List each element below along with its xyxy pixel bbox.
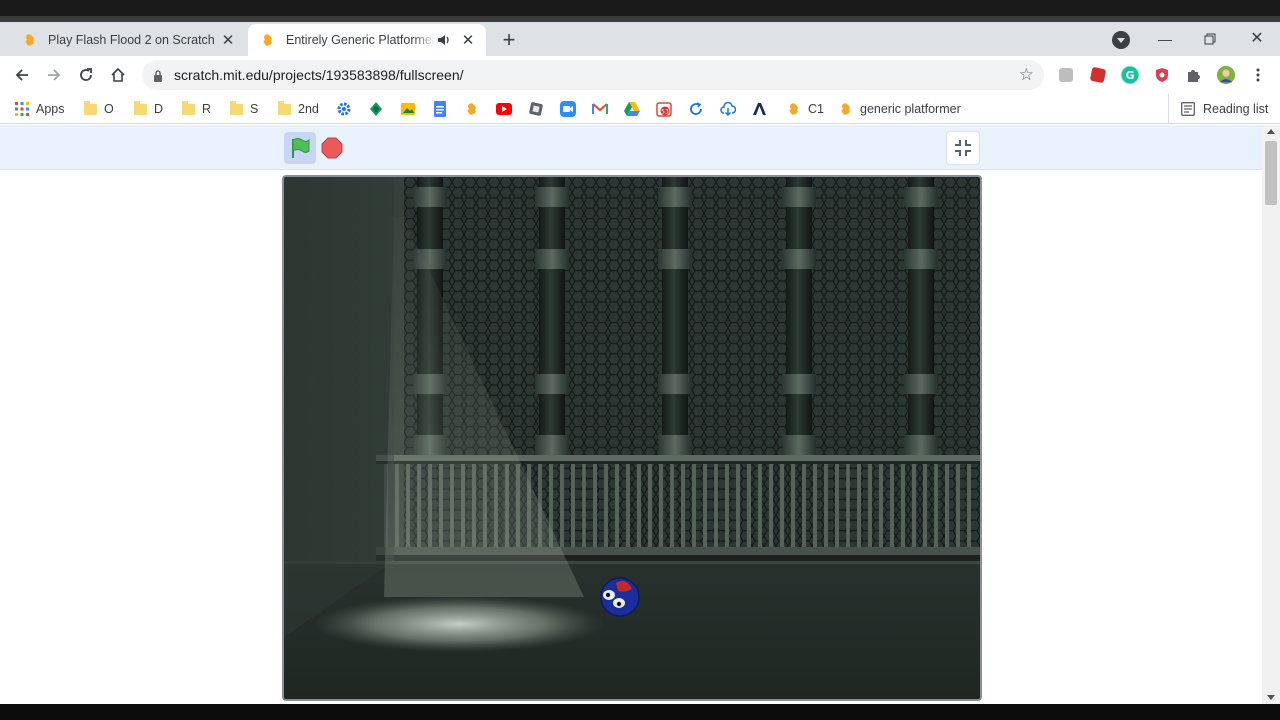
lock-icon[interactable]: [153, 69, 163, 87]
svg-text:G: G: [1125, 69, 1134, 82]
bookmarks-bar: Apps O D R S 2nd 53 C1 generic platforme…: [0, 94, 1280, 124]
new-tab-button[interactable]: +: [498, 29, 520, 52]
bookmark-docs[interactable]: [432, 98, 454, 120]
scratch-favicon-icon: [260, 32, 276, 48]
cloud-download-icon: [720, 101, 736, 117]
scratch-favicon-icon: [786, 101, 802, 117]
youtube-icon: [496, 101, 512, 117]
player-character: [600, 577, 640, 617]
svg-text:53: 53: [661, 109, 669, 116]
exit-fullscreen-icon: [955, 140, 971, 156]
close-window-icon[interactable]: ✕: [1245, 28, 1269, 50]
bookmark-dark-app[interactable]: [528, 98, 550, 120]
exit-fullscreen-button[interactable]: [946, 131, 980, 165]
sync-icon: [688, 101, 704, 117]
bookmark-generic-platformer[interactable]: generic platformer: [838, 98, 961, 120]
bookmark-zoom[interactable]: [560, 98, 582, 120]
docs-icon: [432, 101, 448, 117]
bookmark-green-diamond[interactable]: [368, 98, 390, 120]
extension-red-icon[interactable]: [1088, 65, 1108, 85]
folder-icon: [82, 100, 98, 117]
url-text: scratch.mit.edu/projects/193583898/fulls…: [174, 67, 464, 83]
minimize-icon[interactable]: —: [1153, 28, 1177, 50]
restore-icon[interactable]: [1198, 28, 1222, 50]
speaker-icon[interactable]: [436, 32, 452, 48]
video-camera-icon: [560, 101, 576, 117]
stop-button[interactable]: [320, 132, 344, 164]
bookmark-folder-r[interactable]: R: [180, 98, 211, 120]
bookmark-adobe[interactable]: [752, 98, 774, 120]
drive-icon: [624, 101, 640, 117]
reading-list-button[interactable]: Reading list: [1168, 94, 1268, 124]
browser-toolbar: scratch.mit.edu/projects/193583898/fulls…: [0, 56, 1280, 94]
tab-search-icon[interactable]: [1112, 31, 1130, 49]
green-diamond-icon: [368, 101, 384, 117]
scroll-up-icon[interactable]: [1267, 129, 1275, 134]
dark-app-icon: [528, 101, 544, 117]
gmail-icon: [592, 101, 608, 117]
letter-a-logo-icon: [752, 101, 768, 117]
vertical-scrollbar[interactable]: [1262, 125, 1280, 704]
bookmark-gear[interactable]: [336, 98, 358, 120]
bookmark-folder-s[interactable]: S: [228, 98, 258, 120]
folder-icon: [276, 100, 292, 117]
bookmark-cloud[interactable]: [720, 98, 742, 120]
apps-grid-icon: [14, 101, 30, 117]
bookmark-apps[interactable]: Apps: [14, 98, 65, 120]
calendar-icon: 53: [656, 101, 672, 117]
forward-arrow-icon[interactable]: [42, 63, 66, 87]
reload-icon[interactable]: [74, 63, 98, 87]
scrollbar-thumb[interactable]: [1265, 141, 1277, 205]
green-flag-icon: [292, 138, 310, 158]
bookmark-folder-2nd[interactable]: 2nd: [276, 98, 319, 120]
back-arrow-icon[interactable]: [10, 63, 34, 87]
puzzle-extensions-icon[interactable]: [1184, 65, 1204, 85]
bookmark-c1[interactable]: C1: [786, 98, 824, 120]
bookmark-scratch[interactable]: [464, 98, 486, 120]
extension-gray-icon[interactable]: [1056, 65, 1076, 85]
bookmark-calendar-badge[interactable]: 53: [656, 98, 678, 120]
tab-close-icon[interactable]: ✕: [218, 30, 238, 50]
scroll-down-icon[interactable]: [1267, 695, 1275, 700]
folder-icon: [180, 100, 196, 117]
bookmark-youtube[interactable]: [496, 98, 518, 120]
profile-avatar[interactable]: [1216, 65, 1236, 85]
tab-strip: Play Flash Flood 2 on Scratch ✕ Entirely…: [0, 16, 1280, 56]
stage-controls-bar: [0, 125, 1262, 170]
tab-close-icon[interactable]: ✕: [458, 30, 478, 50]
tab-generic-platformer[interactable]: Entirely Generic Platformer (A ✕: [248, 24, 486, 56]
folder-icon: [132, 100, 148, 117]
bookmark-star-icon[interactable]: ☆: [1019, 65, 1034, 85]
game-stage[interactable]: [282, 175, 982, 701]
scratch-favicon-icon: [464, 101, 480, 117]
screen-bottom-edge: [0, 704, 1280, 720]
scratch-fullscreen-page: [0, 125, 1262, 704]
grammarly-icon[interactable]: G: [1120, 65, 1140, 85]
green-flag-button[interactable]: [284, 132, 316, 164]
tab-flash-flood[interactable]: Play Flash Flood 2 on Scratch ✕: [10, 24, 246, 56]
folder-icon: [228, 100, 244, 117]
scratch-favicon-icon: [22, 32, 38, 48]
address-bar[interactable]: scratch.mit.edu/projects/193583898/fulls…: [142, 60, 1044, 90]
home-icon[interactable]: [106, 63, 130, 87]
image-icon: [400, 101, 416, 117]
stop-sign-icon: [321, 137, 343, 159]
screen-top-edge: [0, 0, 1280, 16]
bookmark-drive[interactable]: [624, 98, 646, 120]
browser-window: Play Flash Flood 2 on Scratch ✕ Entirely…: [0, 16, 1280, 704]
bookmark-gmail[interactable]: [592, 98, 614, 120]
bookmark-sync[interactable]: [688, 98, 710, 120]
gear-icon: [336, 101, 352, 117]
menu-kebab-icon[interactable]: [1248, 65, 1268, 85]
scratch-favicon-icon: [838, 101, 854, 117]
reading-list-icon: [1181, 102, 1195, 116]
bookmark-folder-o[interactable]: O: [82, 98, 114, 120]
bookmark-photos[interactable]: [400, 98, 422, 120]
bookmark-folder-d[interactable]: D: [132, 98, 163, 120]
shield-extension-icon[interactable]: [1152, 65, 1172, 85]
